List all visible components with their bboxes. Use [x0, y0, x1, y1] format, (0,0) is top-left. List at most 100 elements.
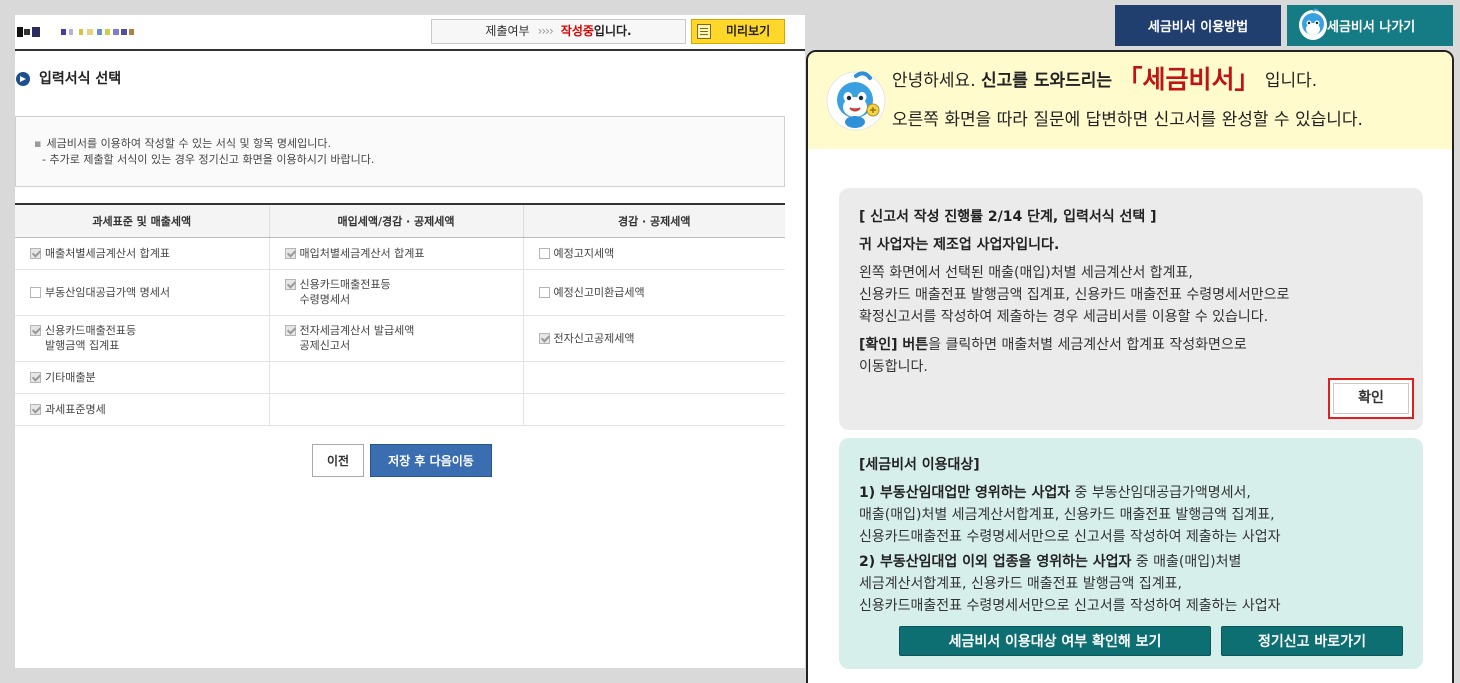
table-cell	[268, 361, 523, 394]
table-cell: 신용카드매출전표등 수령명세서	[268, 269, 523, 316]
table-cell	[268, 393, 523, 426]
form-option[interactable]: 전자신고공제세액	[538, 331, 786, 346]
checkbox[interactable]	[30, 325, 41, 336]
form-option-label: 신용카드매출전표등 수령명세서	[299, 278, 391, 306]
table-cell: 부동산임대공급가액 명세서	[15, 269, 269, 316]
eligibility-title: [세금비서 이용대상]	[859, 457, 980, 473]
bullet-icon: ▪	[34, 137, 42, 150]
table-row: 기타매출분	[15, 361, 785, 394]
checkbox[interactable]	[538, 286, 550, 298]
checkbox[interactable]	[30, 371, 41, 383]
form-option[interactable]: 신용카드매출전표등 발행금액 집계표	[30, 323, 269, 353]
checkbox[interactable]	[284, 325, 296, 336]
save-next-button[interactable]: 저장 후 다음이동	[370, 444, 492, 477]
regular-filing-button[interactable]: 정기신고 바로가기	[1221, 626, 1403, 656]
top-bar: 제출여부 ›››› 작성중입니다. 미리보기	[15, 15, 805, 51]
table-row: 과세표준명세	[15, 393, 785, 426]
status-current: 작성중	[560, 24, 594, 38]
brand-name: 「세금비서」	[1117, 65, 1260, 94]
table-cell: 신용카드매출전표등 발행금액 집계표	[15, 315, 269, 362]
preview-button[interactable]: 미리보기	[691, 19, 785, 44]
form-option-label: 신용카드매출전표등 발행금액 집계표	[45, 324, 137, 352]
greeting-line-2: 오른쪽 화면을 따라 질문에 답변하면 신고서를 완성할 수 있습니다.	[892, 110, 1363, 130]
form-option-label: 기타매출분	[45, 370, 96, 384]
checkbox[interactable]	[284, 279, 296, 290]
arrow-circle-icon	[16, 72, 30, 86]
form-option-label: 매입처별세금계산서 합계표	[299, 246, 425, 260]
step-title: [ 신고서 작성 진행률 2/14 단계, 입력서식 선택 ]	[859, 209, 1157, 225]
table-cell: 전자신고공제세액	[522, 315, 786, 362]
business-type: 귀 사업자는 제조업 사업자입니다.	[859, 237, 1060, 253]
form-option[interactable]: 예정신고미환급세액	[538, 285, 786, 300]
exit-label: 세금비서 나가기	[1327, 20, 1416, 35]
confirm-desc: [확인] 버튼을 클릭하면 매출처별 세금계산서 합계표 작성화면으로 이동합니…	[859, 337, 1247, 375]
column-header: 매입세액/경감 · 공제세액	[268, 203, 523, 238]
table-cell: 매입처별세금계산서 합계표	[268, 237, 523, 270]
table-row: 매출처별세금계산서 합계표 매입처별세금계산서 합계표 예정고지세액	[15, 237, 786, 270]
checkbox[interactable]	[30, 247, 41, 259]
form-option-label: 전자신고공제세액	[553, 331, 635, 345]
form-option[interactable]: 예정고지세액	[538, 246, 786, 261]
check-eligibility-button[interactable]: 세금비서 이용대상 여부 확인해 보기	[899, 626, 1211, 656]
confirm-button[interactable]: 확인	[1328, 378, 1414, 419]
form-option[interactable]: 매출처별세금계산서 합계표	[30, 246, 269, 261]
column-header: 경감 · 공제세액	[522, 203, 785, 238]
document-icon	[697, 24, 711, 39]
form-option[interactable]: 매입처별세금계산서 합계표	[284, 246, 523, 261]
form-option[interactable]: 부동산임대공급가액 명세서	[30, 285, 269, 300]
form-selection-table: 과세표준 및 매출세액 매입세액/경감 · 공제세액 경감 · 공제세액 매출처…	[15, 203, 785, 426]
prev-button[interactable]: 이전	[312, 444, 364, 477]
table-cell: 매출처별세금계산서 합계표	[15, 237, 269, 270]
form-option-label: 예정신고미환급세액	[553, 285, 645, 299]
eligibility-item-2: 2) 부동산임대업 이외 업종을 영위하는 사업자 중 매출(매입)처별 세금계…	[859, 554, 1281, 614]
checkbox[interactable]	[30, 286, 41, 298]
table-cell: 과세표준명세	[15, 393, 269, 426]
column-header: 과세표준 및 매출세액	[15, 203, 269, 238]
form-option-label: 예정고지세액	[553, 246, 615, 260]
form-option[interactable]: 전자세금계산서 발급세액 공제신고서	[284, 323, 523, 353]
info-box: ▪ 세금비서를 이용하여 작성할 수 있는 서식 및 항목 명세입니다. - 추가…	[15, 116, 785, 187]
exit-button[interactable]: 세금비서 나가기	[1287, 5, 1453, 46]
status-suffix: 입니다.	[593, 24, 632, 38]
main-panel: 제출여부 ›››› 작성중입니다. 미리보기 입력서식 선택 ▪ 세금비서를 이용하여…	[15, 15, 805, 668]
assistant-panel: 안녕하세요. 신고를 도와드리는 「세금비서」 입니다. 오른쪽 화면을 따라 …	[806, 50, 1454, 683]
form-option-label: 과세표준명세	[45, 402, 106, 416]
checkbox[interactable]	[284, 247, 296, 259]
progress-arrows: ››››	[537, 24, 554, 38]
section-title: 입력서식 선택	[15, 70, 121, 88]
eligibility-item-1: 1) 부동산임대업만 영위하는 사업자 중 부동산임대공급가액명세서, 매출(매…	[859, 485, 1281, 545]
form-option[interactable]: 과세표준명세	[30, 402, 269, 417]
submission-label: 제출여부	[485, 24, 530, 38]
table-cell: 기타매출분	[15, 361, 269, 394]
greeting-line-1: 안녕하세요. 신고를 도와드리는 「세금비서」 입니다.	[892, 65, 1318, 94]
submission-status: 제출여부 ›››› 작성중입니다.	[431, 19, 686, 44]
step-desc: 왼쪽 화면에서 선택된 매출(매입)처별 세금계산서 합계표, 신용카드 매출전…	[859, 265, 1290, 325]
greeting-banner: 안녕하세요. 신고를 도와드리는 「세금비서」 입니다. 오른쪽 화면을 따라 …	[808, 52, 1452, 149]
mascot-icon	[826, 71, 886, 131]
mascot-icon	[1299, 8, 1327, 40]
table-cell: 예정신고미환급세액	[522, 269, 786, 316]
checkbox[interactable]	[538, 247, 550, 259]
form-option-label: 부동산임대공급가액 명세서	[45, 285, 170, 299]
guide-button[interactable]: 세금비서 이용방법	[1115, 5, 1281, 46]
step-guide-box: [ 신고서 작성 진행률 2/14 단계, 입력서식 선택 ] 귀 사업자는 제…	[839, 188, 1423, 430]
form-option-label: 전자세금계산서 발급세액 공제신고서	[299, 324, 415, 352]
confirm-label: 확인	[1333, 383, 1409, 414]
preview-label: 미리보기	[726, 24, 771, 38]
info-line-1: ▪ 세금비서를 이용하여 작성할 수 있는 서식 및 항목 명세입니다.	[34, 137, 331, 150]
table-row: 부동산임대공급가액 명세서 신용카드매출전표등 수령명세서 예정신고미환급세액	[15, 269, 786, 316]
table-cell: 예정고지세액	[522, 237, 786, 270]
form-option[interactable]: 기타매출분	[30, 370, 269, 385]
checkbox[interactable]	[30, 403, 41, 415]
section-title-text: 입력서식 선택	[39, 71, 122, 87]
table-cell: 전자세금계산서 발급세액 공제신고서	[268, 315, 523, 362]
logo-redacted	[17, 27, 137, 39]
table-cell	[522, 361, 785, 394]
table-cell	[522, 393, 785, 426]
form-option[interactable]: 신용카드매출전표등 수령명세서	[284, 277, 523, 307]
form-option-label: 매출처별세금계산서 합계표	[45, 246, 170, 260]
table-row: 신용카드매출전표등 발행금액 집계표 전자세금계산서 발급세액 공제신고서 전자신고…	[15, 315, 786, 362]
info-line-2: - 추가로 제출할 서식이 있는 경우 정기신고 화면을 이용하시기 바랍니다.	[42, 153, 375, 166]
table-header-row: 과세표준 및 매출세액 매입세액/경감 · 공제세액 경감 · 공제세액	[15, 203, 785, 238]
checkbox[interactable]	[538, 332, 550, 344]
